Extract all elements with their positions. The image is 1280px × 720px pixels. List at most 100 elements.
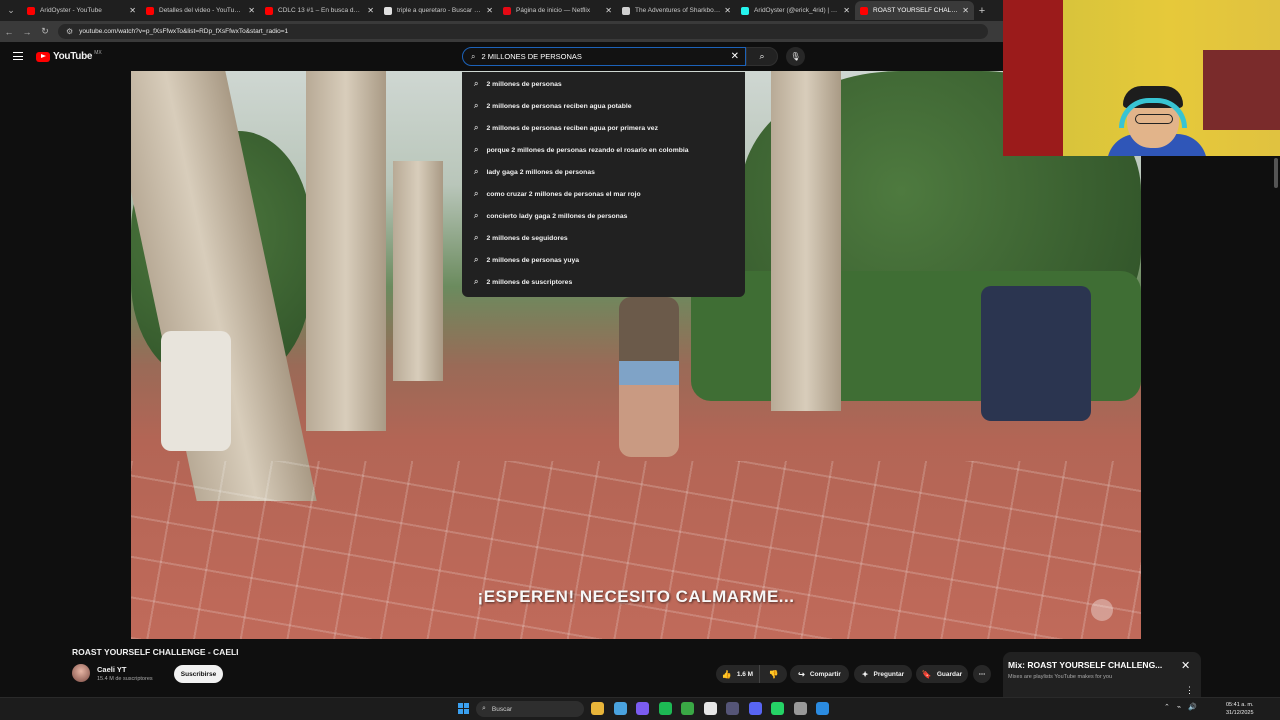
search-suggestion[interactable]: ⌕ lady gaga 2 millones de personas [462, 161, 745, 183]
thumbs-up-icon: 👍 [721, 669, 732, 679]
address-bar[interactable]: ⚙ youtube.com/watch?v=p_fXsFfwxTo&list=R… [58, 24, 988, 39]
speaker-icon[interactable]: 🔊 [1188, 703, 1197, 711]
search-suggestion[interactable]: ⌕ porque 2 millones de personas rezando e… [462, 139, 745, 161]
share-button[interactable]: ↪ Compartir [790, 665, 849, 683]
search-suggestion[interactable]: ⌕ 2 millones de seguidores [462, 227, 745, 249]
clear-search-icon[interactable]: ✕ [731, 51, 739, 62]
save-button[interactable]: 🔖 Guardar [916, 665, 968, 683]
search-suggestion[interactable]: ⌕ 2 millones de personas yuya [462, 249, 745, 271]
voice-search-button[interactable]: 🎙 [786, 47, 805, 66]
taskbar-app-icon[interactable] [613, 702, 627, 715]
like-button[interactable]: 👍 1.6 M [716, 665, 760, 683]
taskbar-app-icon[interactable] [816, 702, 829, 715]
close-icon[interactable]: ✕ [1181, 659, 1190, 672]
tab-favicon-icon [146, 6, 154, 15]
search-icon: ⌕ [474, 277, 479, 286]
site-info-icon[interactable]: ⚙ [66, 27, 73, 36]
search-suggestion[interactable]: ⌕ como cruzar 2 millones de personas el m… [462, 183, 745, 205]
youtube-logo[interactable]: YouTube MX [36, 50, 102, 62]
browser-tab[interactable]: The Adventures of Sharkboy and Lavagirl ✕ [617, 1, 736, 20]
close-tab-icon[interactable]: ✕ [843, 6, 850, 15]
suggestion-text: concierto lady gaga 2 millones de person… [486, 212, 628, 220]
more-actions-button[interactable]: ⋯ [973, 665, 991, 683]
clock[interactable]: 05:41 a. m. 31/12/2025 [1226, 701, 1254, 717]
youtube-masthead: YouTube MX ⌕ 2 MILLONES DE PERSONAS ✕ ⌕ … [0, 42, 1003, 71]
start-button[interactable] [458, 703, 469, 714]
menu-icon[interactable] [13, 52, 23, 60]
search-icon: ⌕ [482, 705, 486, 712]
suggestion-text: porque 2 millones de personas rezando el… [486, 146, 689, 154]
taskbar-app-icon[interactable] [771, 702, 784, 715]
seated-man [981, 286, 1091, 421]
tab-favicon-icon [622, 6, 630, 15]
search-button[interactable]: ⌕ [746, 47, 778, 66]
browser-tab[interactable]: Página de inicio — Netflix ✕ [498, 1, 617, 20]
reload-icon[interactable]: ↻ [36, 26, 54, 37]
close-tab-icon[interactable]: ✕ [724, 6, 731, 15]
taskbar-app-icon[interactable] [726, 702, 739, 715]
taskbar-app-icon[interactable] [591, 702, 604, 715]
channel-avatar[interactable] [72, 664, 90, 682]
tab-favicon-icon [860, 6, 868, 15]
suggestion-text: 2 millones de personas [486, 80, 562, 88]
search-icon: ⌕ [759, 51, 765, 61]
search-suggestion[interactable]: ⌕ 2 millones de personas reciben agua por… [462, 117, 745, 139]
search-suggestion[interactable]: ⌕ 2 millones de suscriptores [462, 271, 745, 293]
search-suggestion[interactable]: ⌕ 2 millones de personas reciben agua pot… [462, 95, 745, 117]
browser-tab[interactable]: ROAST YOURSELF CHALLENGE ✕ [855, 1, 974, 20]
suggestion-text: 2 millones de personas yuya [486, 256, 580, 264]
search-icon: ⌕ [474, 145, 479, 154]
sparkle-icon: ✦ [861, 669, 869, 679]
browser-tab[interactable]: CDLC 13 #1 – En busca del titan ✕ [260, 1, 379, 20]
tab-favicon-icon [384, 6, 392, 15]
network-icon[interactable]: ⌁ [1177, 703, 1181, 711]
browser-tab[interactable]: AridOyster - YouTube ✕ [22, 1, 141, 20]
suggestion-text: 2 millones de personas reciben agua pota… [486, 102, 632, 110]
search-query[interactable]: 2 MILLONES DE PERSONAS [481, 52, 730, 61]
taskbar: ⌕ Buscar ⌃ ⌁ 🔊 05:41 a. m. 31/12/2025 [0, 697, 1280, 720]
scrollbar[interactable] [1274, 158, 1278, 188]
column [306, 71, 386, 431]
search-icon: ⌕ [474, 211, 479, 220]
chevron-up-icon[interactable]: ⌃ [1164, 703, 1170, 711]
subscribe-button[interactable]: Suscribirse [174, 665, 223, 683]
taskbar-app-icon[interactable] [636, 702, 649, 715]
tab-title: AridOyster - YouTube [40, 7, 102, 14]
search-suggestion[interactable]: ⌕ 2 millones de personas [462, 73, 745, 95]
dislike-button[interactable]: 👎 [760, 665, 787, 683]
search-icon: ⌕ [474, 101, 479, 110]
new-tab-button[interactable]: + [974, 5, 990, 17]
taskbar-search[interactable]: ⌕ Buscar [476, 701, 584, 717]
tab-search-icon[interactable]: ⌄ [0, 0, 22, 21]
taskbar-app-icon[interactable] [703, 702, 717, 715]
ask-button[interactable]: ✦ Preguntar [854, 665, 912, 683]
forward-icon[interactable]: → [18, 27, 36, 37]
clock-date: 31/12/2025 [1226, 710, 1254, 716]
channel-watermark[interactable] [1091, 599, 1113, 621]
suggestion-text: lady gaga 2 millones de personas [486, 168, 595, 176]
search-icon: ⌕ [474, 79, 479, 88]
close-tab-icon[interactable]: ✕ [486, 6, 493, 15]
search-input[interactable]: ⌕ 2 MILLONES DE PERSONAS ✕ [462, 47, 746, 66]
close-tab-icon[interactable]: ✕ [367, 6, 374, 15]
close-tab-icon[interactable]: ✕ [248, 6, 255, 15]
ask-label: Preguntar [873, 670, 905, 678]
close-tab-icon[interactable]: ✕ [605, 6, 612, 15]
close-tab-icon[interactable]: ✕ [129, 6, 136, 15]
back-icon[interactable]: ← [0, 27, 18, 37]
taskbar-app-icon[interactable] [681, 702, 694, 715]
close-tab-icon[interactable]: ✕ [962, 6, 969, 15]
mix-subtitle: Mixes are playlists YouTube makes for yo… [1008, 674, 1113, 680]
more-vertical-icon[interactable]: ⋮ [1185, 685, 1194, 696]
browser-tab[interactable]: triple a queretaro - Buscar con Google ✕ [379, 1, 498, 20]
tab-favicon-icon [503, 6, 511, 15]
browser-tab[interactable]: Detalles del video - YouTube Studio ✕ [141, 1, 260, 20]
taskbar-app-icon[interactable] [658, 702, 672, 715]
taskbar-app-icon[interactable] [748, 702, 762, 715]
channel-name[interactable]: Caeli YT [97, 665, 126, 674]
taskbar-app-icon[interactable] [793, 702, 807, 715]
mix-playlist-panel[interactable]: Mix: ROAST YOURSELF CHALLENG... Mixes ar… [1003, 652, 1201, 700]
mix-title: Mix: ROAST YOURSELF CHALLENG... [1008, 660, 1163, 670]
search-suggestion[interactable]: ⌕ concierto lady gaga 2 millones de perso… [462, 205, 745, 227]
browser-tab[interactable]: AridOyster (@erick_4rid) | TikTok✕ [736, 1, 855, 20]
